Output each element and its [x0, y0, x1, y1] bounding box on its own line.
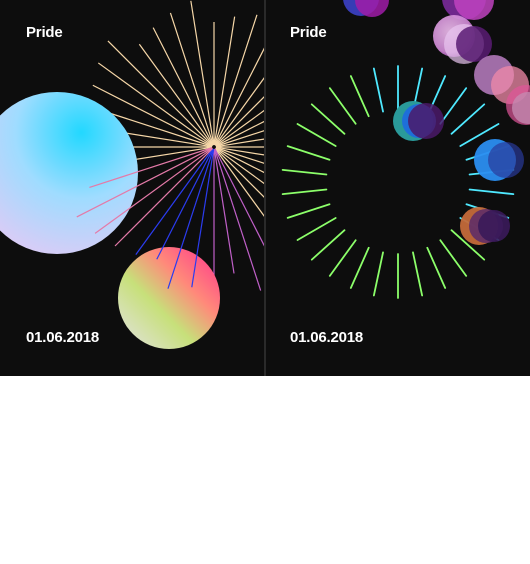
ring-dash [349, 246, 370, 289]
ring-artwork [281, 0, 530, 299]
ring-dash [296, 217, 337, 241]
poster-right: Pride 01.06.2018 [266, 0, 530, 376]
ring-dash [328, 87, 357, 125]
poster-date: 01.06.2018 [290, 329, 364, 346]
ring-dash [412, 251, 424, 297]
burst-ray [138, 43, 214, 146]
ring-dash [328, 239, 357, 277]
ring-dash [372, 251, 384, 297]
poster-date: 01.06.2018 [26, 329, 100, 346]
ring-dash [349, 75, 370, 118]
ring-dash [296, 123, 337, 147]
poster-left: Pride 01.06.2018 [0, 0, 264, 376]
blank-area [0, 376, 530, 564]
ring-dash [310, 103, 346, 135]
burst-ray [214, 47, 264, 146]
ring-dash [468, 188, 515, 196]
ring-dash [286, 145, 331, 161]
orb-center [408, 103, 444, 139]
ring-dash [281, 168, 328, 176]
poster-title: Pride [290, 24, 327, 41]
ring-dash [439, 87, 468, 125]
small-gradient-circle [118, 247, 220, 349]
burst-ray [215, 130, 264, 147]
large-gradient-circle [0, 92, 138, 254]
orb-blue [488, 142, 524, 178]
burst-ray [214, 148, 264, 247]
burst-ray [214, 77, 264, 146]
ring-dash [286, 203, 331, 219]
ring-dash [439, 239, 468, 277]
burst-artwork [0, 0, 264, 349]
ring-dash [372, 67, 384, 113]
ring-dash [426, 246, 447, 289]
burst-ray [135, 148, 214, 255]
ring-dash [310, 229, 346, 261]
ring-dash [450, 103, 486, 135]
orb-orange [478, 210, 510, 242]
ring-dash [281, 188, 328, 196]
poster-title: Pride [26, 24, 63, 41]
